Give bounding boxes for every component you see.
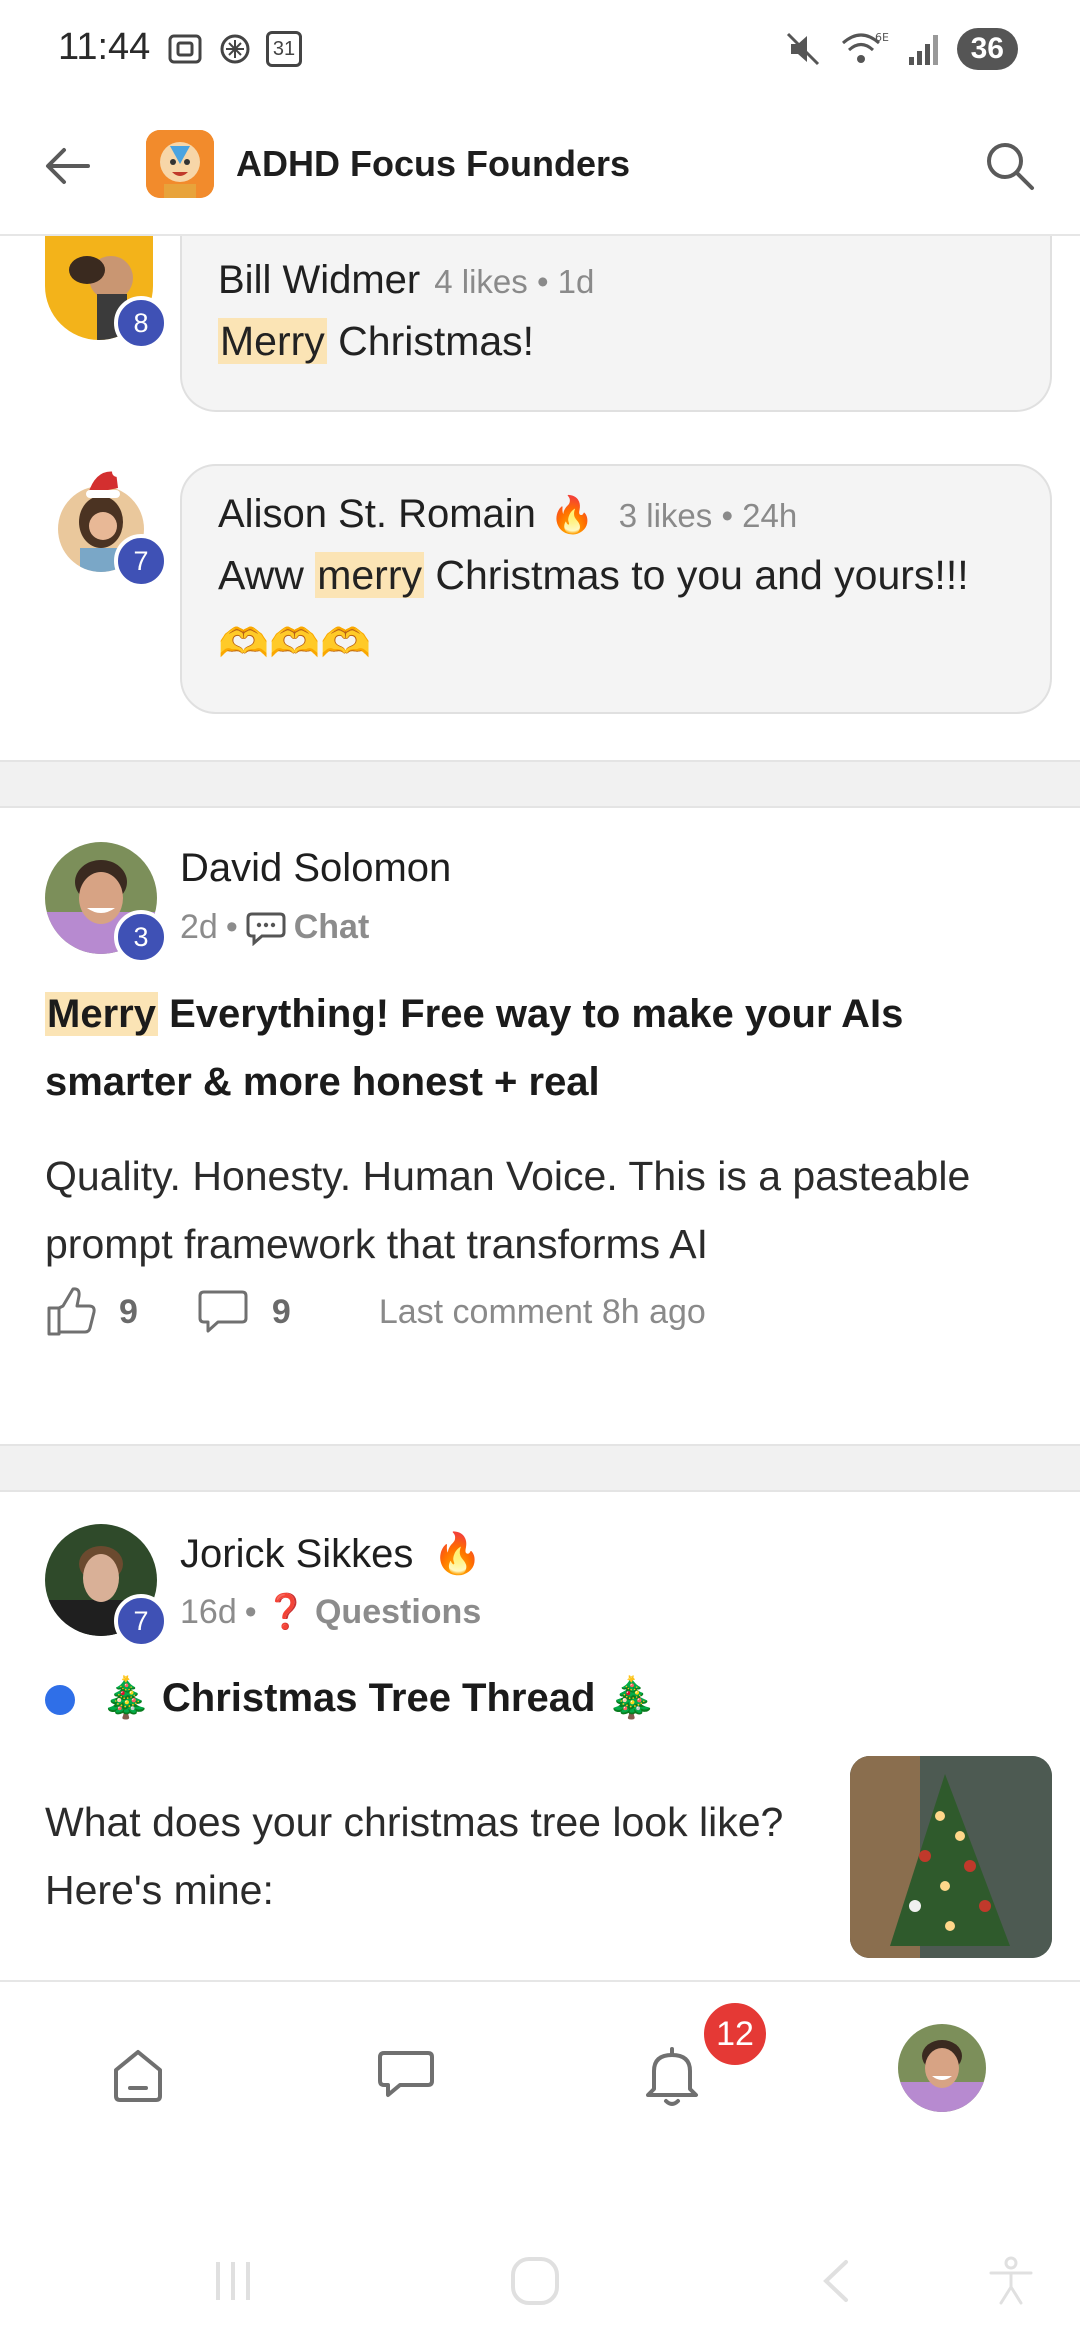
- signal-icon: [908, 35, 938, 65]
- like-icon[interactable]: [45, 1286, 97, 1338]
- group-title: ADHD Focus Founders: [236, 143, 631, 184]
- author-flame-emoji: 🔥: [549, 494, 595, 535]
- chat-icon: [378, 2051, 434, 2097]
- group-logo-icon: [146, 130, 214, 198]
- post-body[interactable]: Quality. Honesty. Human Voice. This is a…: [45, 1142, 1045, 1278]
- post-age: 16d: [180, 1592, 237, 1631]
- level-badge: 7: [114, 534, 168, 588]
- ai-assistant-icon: [220, 34, 250, 64]
- search-highlight: Merry: [218, 318, 327, 364]
- comment-text-before: Aww: [218, 552, 316, 598]
- post-author[interactable]: David Solomon: [180, 846, 451, 891]
- mute-icon: [786, 32, 819, 66]
- comment-author[interactable]: Bill Widmer: [218, 258, 420, 303]
- meta-separator: •: [225, 908, 238, 946]
- recents-icon[interactable]: [198, 2246, 268, 2316]
- post-actions: 9 9 Last comment 8h ago: [45, 1286, 706, 1338]
- section-divider: [0, 760, 1080, 808]
- comment: 7 Alison St. Romain 🔥 3 likes • 24h Aww …: [0, 464, 1080, 714]
- notification-count-badge: 12: [700, 1999, 770, 2069]
- last-comment-time: Last comment 8h ago: [378, 1292, 706, 1331]
- post-author[interactable]: Jorick Sikkes 🔥: [180, 1530, 482, 1577]
- level-badge: 8: [114, 296, 168, 350]
- wifi-6e-icon: 6E: [841, 31, 889, 63]
- post-body[interactable]: What does your christmas tree look like?…: [45, 1788, 835, 1924]
- post-category[interactable]: Chat: [294, 908, 370, 947]
- comment-icon[interactable]: [196, 1288, 250, 1336]
- post-title[interactable]: 🎄 Christmas Tree Thread 🎄: [45, 1664, 1045, 1732]
- back-icon[interactable]: [802, 2246, 872, 2316]
- post-meta: 2d • Chat: [180, 908, 369, 947]
- post-author-name: Jorick Sikkes: [180, 1532, 414, 1576]
- level-badge: 7: [114, 1594, 168, 1648]
- nav-chat[interactable]: [366, 2036, 446, 2116]
- nav-home[interactable]: [98, 2036, 178, 2116]
- search-icon[interactable]: [980, 136, 1040, 196]
- comment-meta: 4 likes • 1d: [434, 263, 595, 300]
- calendar-icon: 31: [266, 31, 302, 67]
- battery-indicator: 36: [956, 28, 1018, 70]
- status-icons-right: 6E 36: [783, 28, 1018, 70]
- search-highlight: merry: [315, 552, 424, 598]
- post-category[interactable]: Questions: [315, 1593, 481, 1632]
- santa-hat-icon: [86, 467, 122, 498]
- author-flame-emoji: 🔥: [432, 1532, 483, 1576]
- svg-text:6E: 6E: [875, 31, 889, 44]
- back-arrow-icon[interactable]: [40, 138, 96, 194]
- accessibility-icon[interactable]: [976, 2246, 1046, 2316]
- system-nav-bar: [0, 2220, 1080, 2340]
- post-thumbnail[interactable]: [850, 1756, 1052, 1958]
- chat-bubble-icon: [246, 912, 286, 946]
- screenshot-icon: [168, 34, 202, 64]
- home-icon: [114, 2050, 162, 2102]
- level-badge: 3: [114, 910, 168, 964]
- section-divider: [0, 1444, 1080, 1492]
- profile-avatar[interactable]: [898, 2024, 986, 2112]
- comment-text: Merry Christmas!: [218, 307, 1014, 375]
- comment-bubble[interactable]: Bill Widmer 4 likes • 1d Merry Christmas…: [180, 236, 1052, 412]
- app-header: ADHD Focus Founders: [0, 110, 1080, 236]
- status-icons-left: 31: [166, 30, 302, 68]
- meta-separator: •: [244, 1592, 257, 1631]
- status-bar: 11:44 31 6E 36: [0, 0, 1080, 100]
- calendar-day: 31: [272, 37, 296, 60]
- post-meta: 16d • ❓ Questions: [180, 1592, 481, 1632]
- like-count: 9: [119, 1292, 138, 1331]
- comment-text-rest: Christmas!: [326, 318, 535, 364]
- group-avatar[interactable]: [146, 130, 214, 198]
- comment-count: 9: [271, 1292, 291, 1331]
- comment-meta: 3 likes • 24h: [618, 497, 798, 534]
- post-title-text: 🎄 Christmas Tree Thread 🎄: [101, 1676, 657, 1720]
- status-time: 11:44: [58, 26, 151, 68]
- comment-text: Aww merry Christmas to you and yours!!! …: [218, 541, 1014, 677]
- nav-notifications[interactable]: [632, 2036, 712, 2116]
- search-highlight: Merry: [45, 992, 158, 1036]
- post-card[interactable]: 7 Jorick Sikkes 🔥 16d • ❓ Questions 🎄 Ch…: [0, 1492, 1080, 1980]
- post-age: 2d: [180, 908, 218, 946]
- question-mark-icon: ❓: [264, 1593, 307, 1631]
- comment: 8 Bill Widmer 4 likes • 1d Merry Christm…: [0, 236, 1080, 426]
- bottom-nav: 12: [0, 1980, 1080, 2160]
- post-card[interactable]: 3 David Solomon 2d • Chat Merry Everythi…: [0, 808, 1080, 1444]
- post-title[interactable]: Merry Everything! Free way to make your …: [45, 980, 1045, 1116]
- home-icon[interactable]: [500, 2246, 570, 2316]
- notifications-icon: [646, 2047, 698, 2106]
- comment-author[interactable]: Alison St. Romain: [218, 492, 536, 537]
- post-title-rest: Everything! Free way to make your AIs sm…: [45, 992, 904, 1104]
- unread-dot: [45, 1685, 75, 1716]
- comment-bubble[interactable]: Alison St. Romain 🔥 3 likes • 24h Aww me…: [180, 464, 1052, 714]
